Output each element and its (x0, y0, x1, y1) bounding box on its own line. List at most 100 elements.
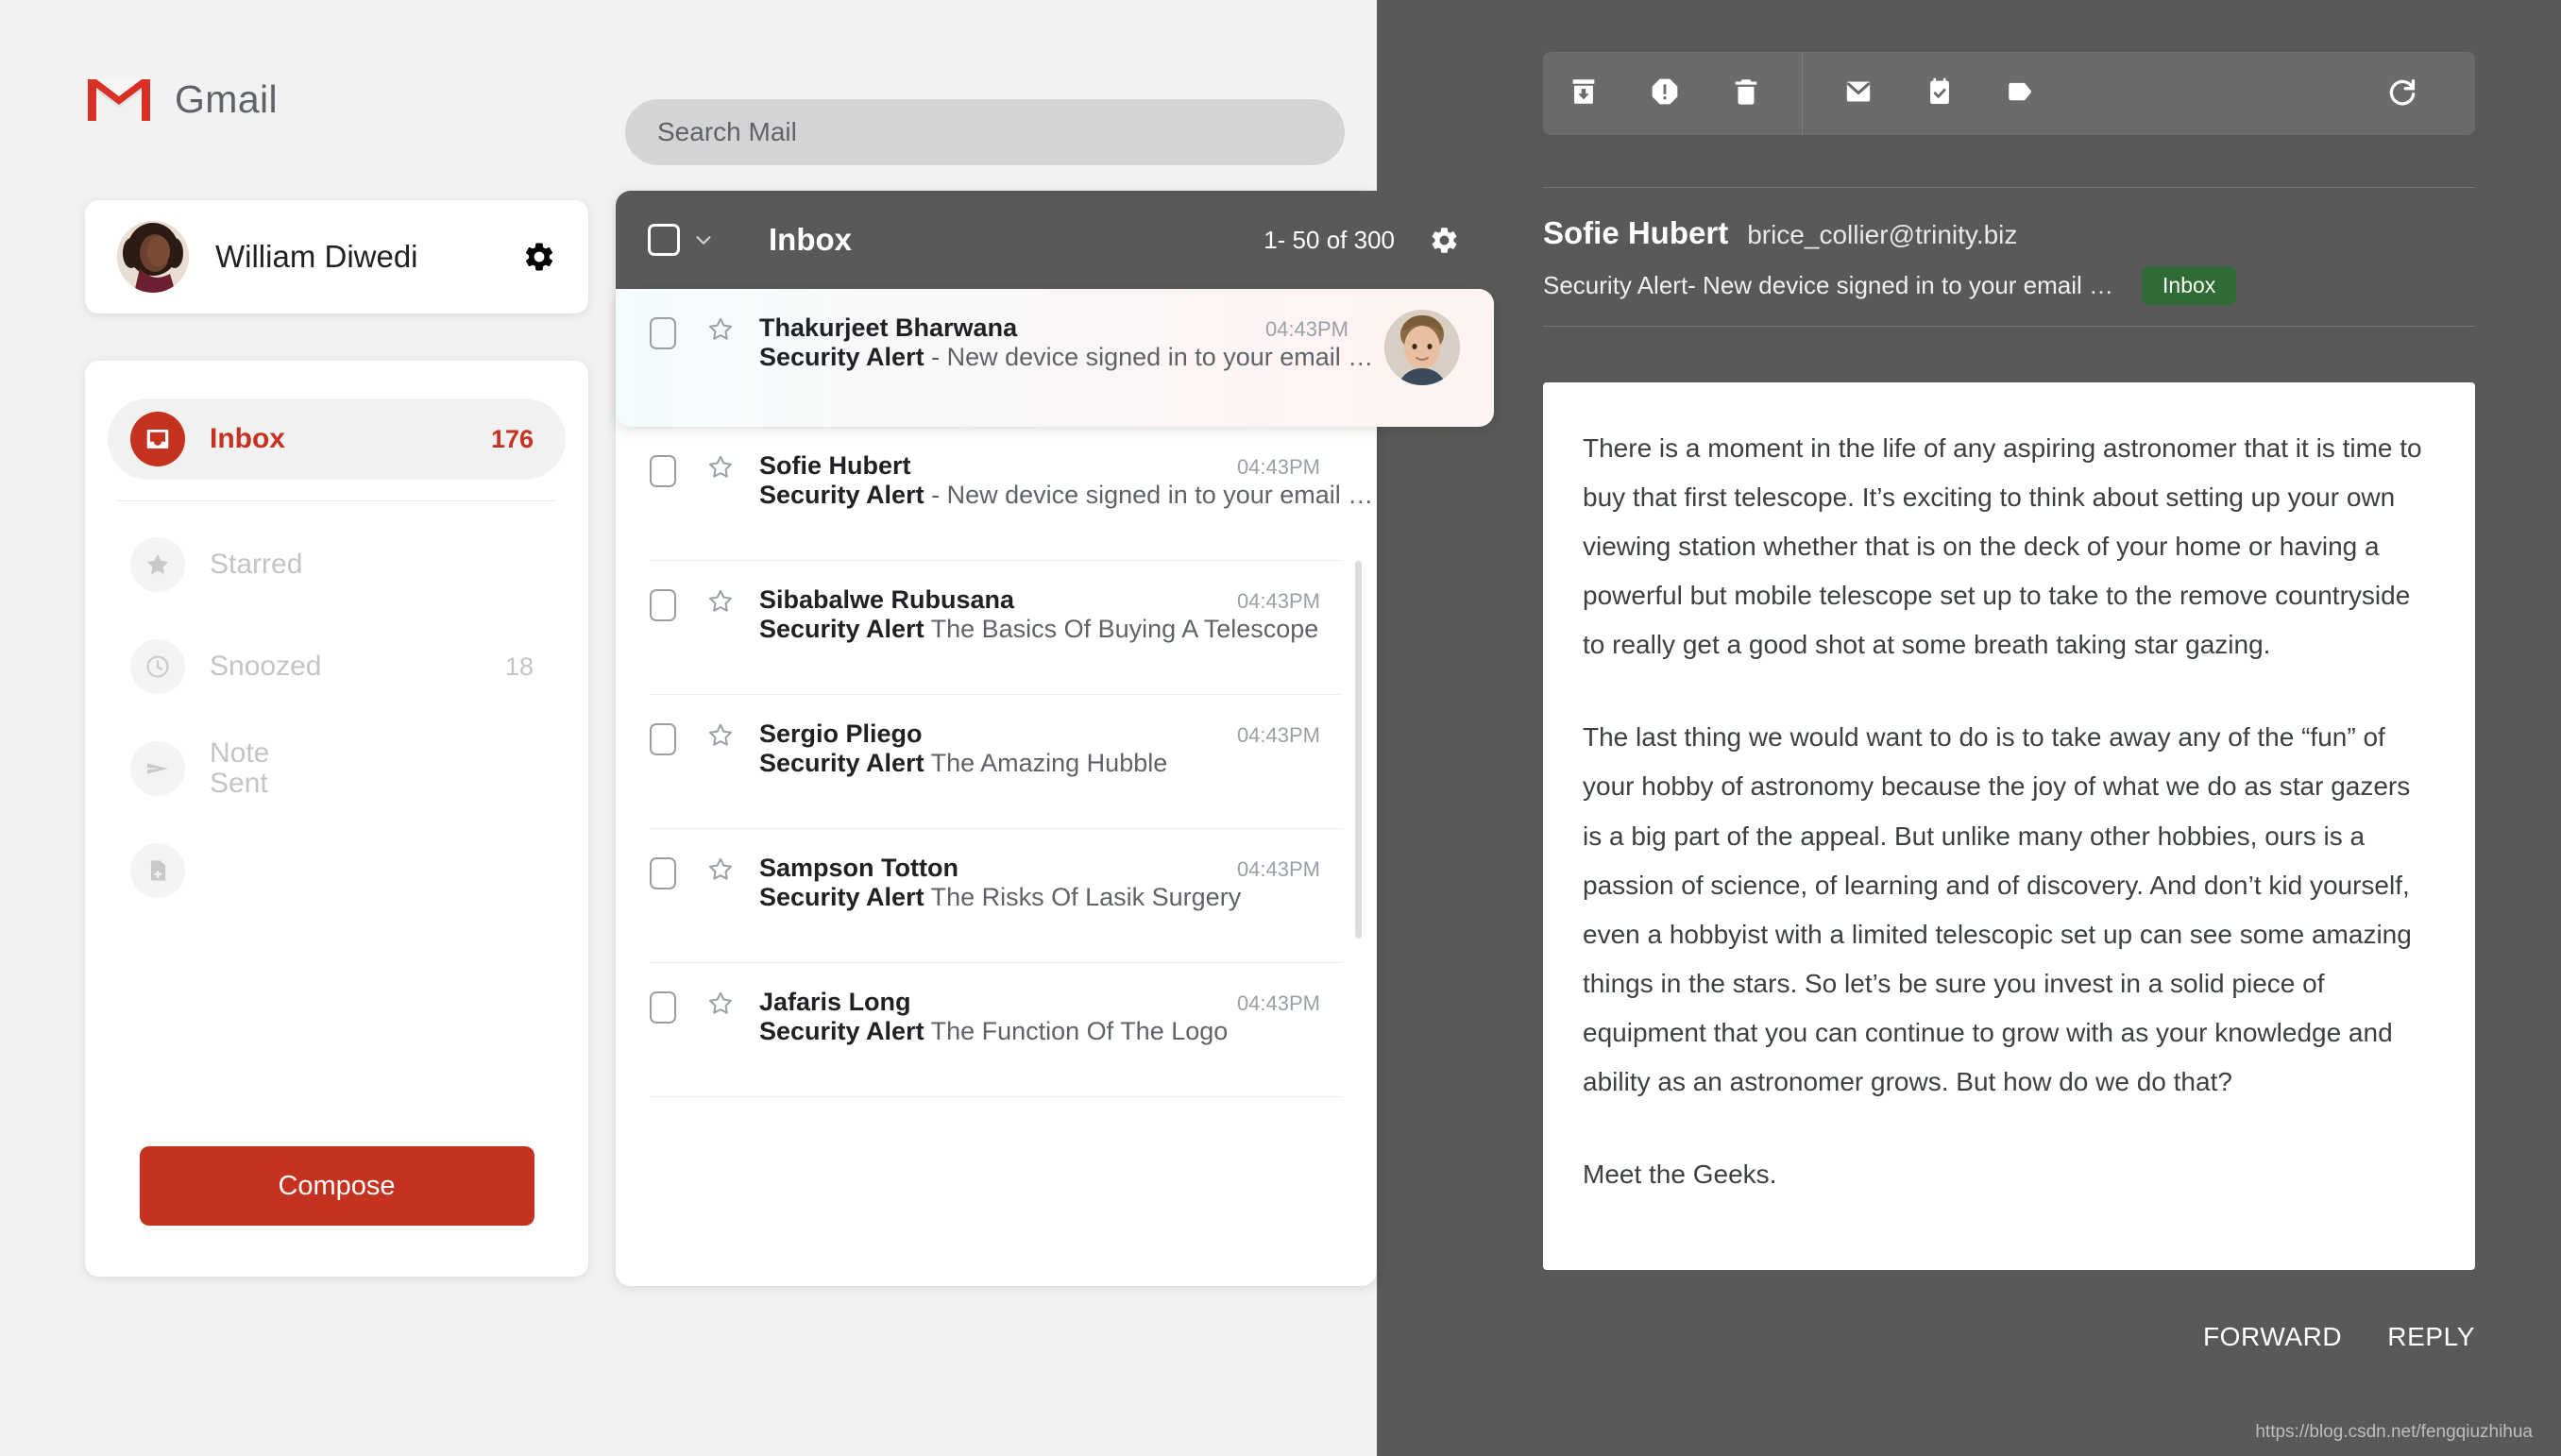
archive-button[interactable] (1543, 52, 1624, 135)
row-checkbox[interactable] (650, 317, 676, 349)
sidebar-item-label-line1: Note (210, 737, 270, 770)
send-icon (130, 741, 185, 796)
message-subject-rest: - New device signed in to your email … (1688, 271, 2114, 299)
compose-button[interactable]: Compose (139, 1146, 534, 1226)
refresh-icon (2385, 75, 2419, 113)
sidebar-item-label: Inbox (210, 423, 285, 455)
star-icon (130, 537, 185, 592)
divider (117, 500, 556, 501)
row-time: 04:43PM (1236, 857, 1320, 881)
sidebar-item-label: Note Sent (210, 738, 269, 799)
star-icon[interactable] (706, 990, 735, 1023)
row-subject: Security Alert (759, 343, 924, 371)
row-time: 04:43PM (1236, 589, 1320, 613)
clock-icon (130, 639, 185, 694)
archive-icon (1568, 76, 1600, 112)
mark-unread-button[interactable] (1818, 52, 1899, 135)
star-icon[interactable] (706, 453, 735, 486)
star-icon[interactable] (706, 315, 735, 348)
star-icon[interactable] (706, 721, 735, 754)
table-row[interactable]: Thakurjeet Bharwana 04:43PM Security Ale… (616, 289, 1494, 427)
row-checkbox[interactable] (650, 589, 676, 621)
sidebar-item-count: 18 (504, 652, 534, 681)
gmail-logo-icon (88, 76, 150, 123)
profile-name: William Diwedi (215, 239, 418, 274)
row-time: 04:43PM (1236, 723, 1320, 747)
row-sender: Sofie Hubert (759, 451, 911, 480)
row-snippet: - New device signed in to your email … (924, 481, 1374, 509)
row-snippet: - New device signed in to your email … (924, 343, 1374, 371)
divider (1543, 187, 2475, 188)
divider (1543, 326, 2475, 327)
sidebar-item-label: Snoozed (210, 651, 322, 683)
search-input[interactable]: Search Mail (625, 99, 1345, 165)
sidebar-item-label: Starred (210, 549, 303, 581)
table-row[interactable]: Sofie Hubert 04:43PM Security Alert - Ne… (650, 427, 1373, 561)
row-checkbox[interactable] (650, 857, 676, 889)
reading-pane-header: Sofie Hubert brice_collier@trinity.biz S… (1543, 215, 2475, 305)
file-add-icon (130, 843, 185, 898)
row-subject: Security Alert (759, 883, 924, 911)
brand: Gmail (88, 76, 278, 123)
select-all-checkbox[interactable] (648, 224, 680, 256)
sidebar-item-snoozed[interactable]: Snoozed 18 (108, 626, 566, 707)
message-paragraph: There is a moment in the life of any asp… (1583, 433, 2422, 660)
message-subject: Security Alert (1543, 271, 1688, 299)
mark-unread-icon (1842, 76, 1874, 112)
row-time: 04:43PM (1236, 991, 1320, 1015)
mail-list-title: Inbox (769, 222, 852, 257)
forward-button[interactable]: FORWARD (2203, 1322, 2342, 1352)
search-placeholder: Search Mail (657, 117, 797, 146)
row-sender: Thakurjeet Bharwana (759, 313, 1018, 342)
table-row[interactable]: Sibabalwe Rubusana 04:43PM Security Aler… (650, 561, 1343, 695)
gear-icon[interactable] (1429, 225, 1460, 256)
star-icon[interactable] (706, 855, 735, 889)
row-snippet: The Function Of The Logo (924, 1017, 1229, 1045)
row-sender: Sampson Totton (759, 854, 958, 882)
message-email: brice_collier@trinity.biz (1747, 220, 2018, 249)
sidebar-nav: Inbox 176 Starred Snoozed 18 Note Sent C… (85, 361, 588, 1277)
avatar (117, 221, 189, 293)
add-to-tasks-button[interactable] (1899, 52, 1980, 135)
status-badge: Inbox (2142, 266, 2237, 305)
row-subject: Security Alert (759, 481, 924, 509)
sidebar-item-starred[interactable]: Starred (108, 524, 566, 605)
sidebar-item-drafts[interactable] (108, 830, 566, 911)
scrollbar[interactable] (1355, 561, 1362, 939)
mail-rows: Thakurjeet Bharwana 04:43PM Security Ale… (616, 289, 1494, 1097)
row-checkbox[interactable] (650, 455, 676, 487)
row-time: 04:43PM (1264, 317, 1348, 341)
refresh-button[interactable] (2362, 52, 2443, 135)
label-icon (2005, 76, 2037, 112)
mail-list-header: Inbox 1- 50 of 300 (616, 191, 1494, 289)
profile-card[interactable]: William Diwedi (85, 200, 588, 313)
divider (1802, 52, 1803, 135)
message-body: There is a moment in the life of any asp… (1543, 382, 2475, 1270)
label-button[interactable] (1980, 52, 2061, 135)
report-spam-button[interactable] (1624, 52, 1705, 135)
pagination-label: 1- 50 of 300 (1264, 225, 1395, 254)
table-row[interactable]: Sampson Totton 04:43PM Security Alert Th… (650, 829, 1343, 963)
row-checkbox[interactable] (650, 723, 676, 755)
row-sender: Sibabalwe Rubusana (759, 585, 1015, 614)
report-spam-icon (1649, 76, 1681, 112)
chevron-down-icon[interactable] (693, 229, 714, 250)
message-paragraph: Meet the Geeks. (1583, 1160, 1777, 1190)
delete-icon (1730, 76, 1762, 112)
star-icon[interactable] (706, 587, 735, 620)
row-subject: Security Alert (759, 1017, 924, 1045)
brand-name: Gmail (175, 76, 279, 121)
message-sender: Sofie Hubert (1543, 215, 1729, 250)
table-row[interactable]: Jafaris Long 04:43PM Security Alert The … (650, 963, 1343, 1097)
gear-icon[interactable] (522, 240, 556, 274)
delete-button[interactable] (1705, 52, 1787, 135)
row-snippet: The Amazing Hubble (924, 749, 1168, 777)
table-row[interactable]: Sergio Pliego 04:43PM Security Alert The… (650, 695, 1343, 829)
row-sender: Jafaris Long (759, 988, 911, 1016)
reply-button[interactable]: REPLY (2387, 1322, 2475, 1352)
sidebar-item-inbox[interactable]: Inbox 176 (108, 398, 566, 480)
message-actions: FORWARD REPLY (1543, 1322, 2475, 1352)
mail-list-panel: Inbox 1- 50 of 300 Thakurjeet Bharwana 0… (616, 191, 1494, 1286)
sidebar-item-sent[interactable]: Note Sent (108, 728, 566, 809)
row-checkbox[interactable] (650, 991, 676, 1024)
